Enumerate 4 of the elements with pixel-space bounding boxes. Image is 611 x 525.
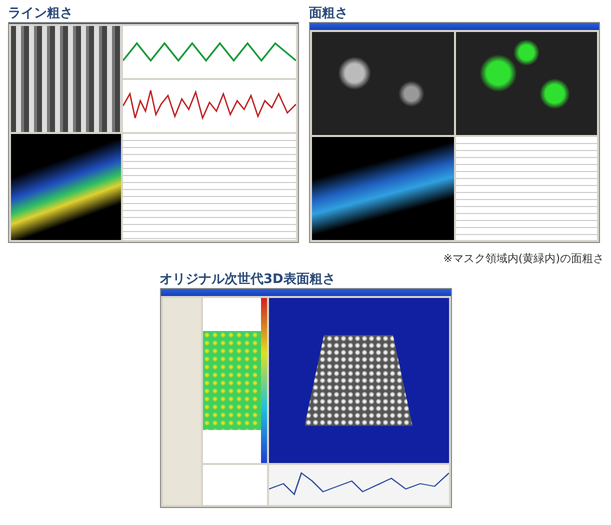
section-heading: 面粗さ	[309, 5, 349, 22]
section-heading: オリジナル次世代3D表面粗さ	[160, 271, 336, 288]
section-heading: ライン粗さ	[8, 5, 74, 22]
caption-note: ※マスク領域内(黄緑内)の面粗さ	[443, 251, 604, 266]
